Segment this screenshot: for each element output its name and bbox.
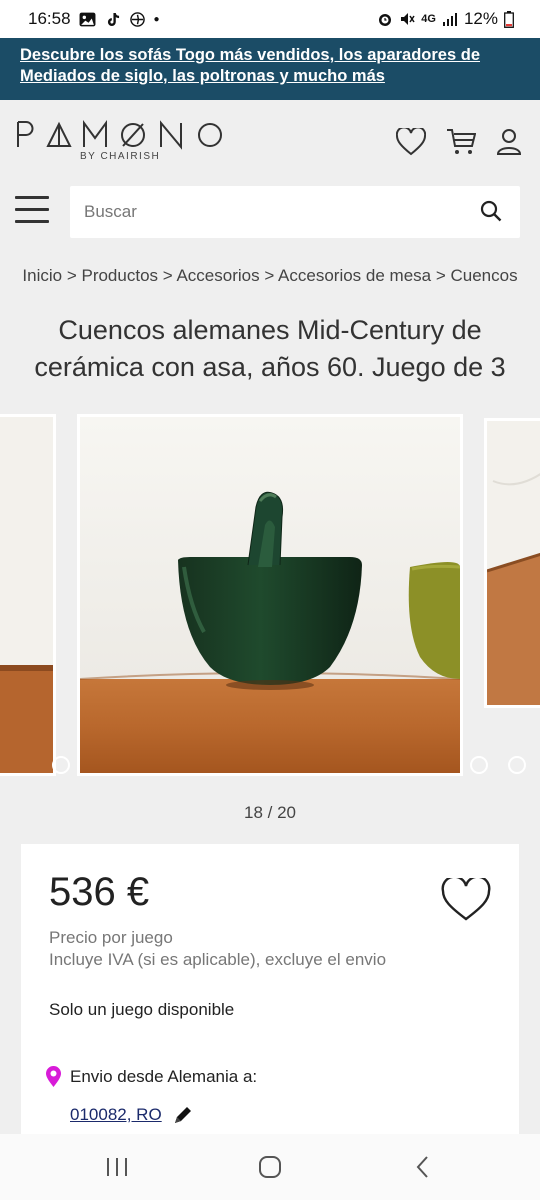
pamono-logo[interactable]: BY CHAIRISH xyxy=(16,119,226,162)
search-row xyxy=(0,186,540,242)
price-note: Incluye IVA (si es aplicable), excluye e… xyxy=(49,950,387,969)
alarm-icon xyxy=(379,14,392,26)
mute-icon xyxy=(401,13,415,25)
cart-icon[interactable] xyxy=(446,128,476,156)
search-box[interactable] xyxy=(70,186,520,238)
account-user-icon[interactable] xyxy=(496,128,522,156)
zip-row[interactable]: 010082, RO xyxy=(70,1104,194,1126)
promo-banner[interactable]: Descubre los sofás Togo más vendidos, lo… xyxy=(0,38,540,100)
price-unit: Precio por juego xyxy=(49,928,173,947)
battery-percent: 12% xyxy=(463,9,498,28)
promo-link[interactable]: Descubre los sofás Togo más vendidos, lo… xyxy=(20,46,480,85)
tiktok-icon xyxy=(107,12,119,26)
shipping-row: Envio desde Alemania a: xyxy=(45,1066,257,1088)
carousel-dot[interactable] xyxy=(470,756,488,774)
gallery-icon xyxy=(79,12,96,26)
back-icon[interactable] xyxy=(410,1154,436,1180)
current-slide-image[interactable] xyxy=(77,414,463,776)
home-icon[interactable] xyxy=(257,1154,283,1180)
plane-icon xyxy=(129,11,145,27)
favorites-heart-icon[interactable] xyxy=(396,128,426,156)
status-bar: 16:58 ● 4G 12% xyxy=(0,0,540,38)
next-slide-image[interactable] xyxy=(484,418,540,708)
carousel-dot[interactable] xyxy=(508,756,526,774)
pamono-logo-wordmark-icon xyxy=(17,119,222,150)
slide-counter: 18 / 20 xyxy=(244,803,296,822)
availability-text: Solo un juego disponible xyxy=(49,1000,235,1019)
logo-subtitle: BY CHAIRISH xyxy=(80,151,161,162)
search-icon[interactable] xyxy=(480,200,502,222)
battery-icon xyxy=(504,10,514,28)
carousel-dot[interactable] xyxy=(52,756,70,774)
notification-dot-icon: ● xyxy=(153,13,160,25)
recent-apps-icon[interactable] xyxy=(104,1156,130,1178)
previous-slide-image[interactable] xyxy=(0,414,56,776)
product-title: Cuencos alemanes Mid-Century de cerámica… xyxy=(34,315,506,382)
location-pin-icon xyxy=(46,1066,61,1087)
network-label: 4G xyxy=(421,13,436,25)
shipping-label: Envio desde Alemania a: xyxy=(70,1067,258,1086)
signal-icon xyxy=(442,13,457,26)
site-header: BY CHAIRISH xyxy=(0,100,540,186)
product-card: 536 € Precio por juego Incluye IVA (si e… xyxy=(21,844,519,1144)
image-carousel[interactable] xyxy=(0,414,540,778)
android-nav-bar xyxy=(0,1134,540,1200)
zip-link[interactable]: 010082, RO xyxy=(70,1105,162,1125)
edit-pencil-icon[interactable] xyxy=(172,1104,194,1126)
add-to-favorites-heart-icon[interactable] xyxy=(441,878,491,922)
breadcrumb[interactable]: Inicio > Productos > Accesorios > Acceso… xyxy=(0,264,540,288)
status-time: 16:58 xyxy=(28,9,71,28)
search-input[interactable] xyxy=(70,186,450,238)
hamburger-menu-icon[interactable] xyxy=(15,196,49,226)
price: 536 € xyxy=(49,870,150,914)
